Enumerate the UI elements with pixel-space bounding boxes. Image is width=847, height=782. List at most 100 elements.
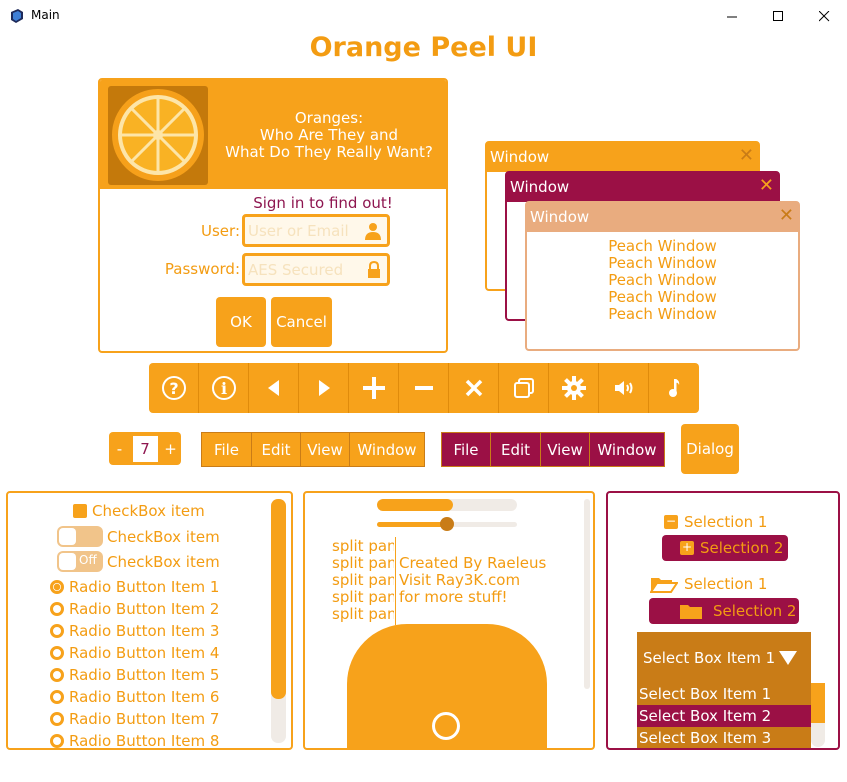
radio-item[interactable]: Radio Button Item 6	[50, 686, 219, 708]
progress-bar	[377, 499, 517, 511]
radio-item[interactable]: Radio Button Item 8	[50, 730, 220, 750]
close-window-button[interactable]	[801, 0, 847, 32]
toggle-off-item[interactable]: Off CheckBox item	[57, 551, 220, 572]
music-button[interactable]	[649, 363, 699, 413]
scrollbar-thumb[interactable]	[811, 683, 825, 723]
password-field[interactable]: AES Secured	[242, 253, 390, 286]
select-option[interactable]: Select Box Item 3	[637, 727, 811, 748]
radio-item[interactable]: Radio Button Item 5	[50, 664, 219, 686]
radio-icon	[50, 690, 64, 704]
settings-button[interactable]	[549, 363, 599, 413]
spinner-decrement-button[interactable]: -	[109, 432, 130, 465]
menu-edit[interactable]: Edit	[252, 433, 301, 466]
tree-node-label: Selection 2	[713, 602, 797, 620]
orange-slice-image	[108, 86, 208, 185]
radio-item[interactable]: Radio Button Item 3	[50, 620, 219, 642]
expand-icon[interactable]: +	[680, 541, 694, 555]
radio-selected-icon	[50, 580, 64, 594]
previous-button[interactable]	[249, 363, 299, 413]
title-bar: Main	[0, 0, 847, 32]
lock-icon	[368, 261, 380, 278]
remove-button[interactable]	[399, 363, 449, 413]
close-icon	[465, 379, 482, 397]
login-header: Oranges: Who Are They and What Do They R…	[100, 80, 446, 189]
tree-node[interactable]: − Selection 1	[664, 513, 767, 531]
minimize-button[interactable]	[709, 0, 755, 32]
ok-button[interactable]: OK	[216, 297, 266, 347]
progress-fill	[377, 499, 453, 511]
vertical-scrollbar[interactable]	[584, 499, 590, 689]
peach-line: Peach Window	[608, 271, 717, 289]
orange-window-titlebar[interactable]: Window ✕	[487, 143, 758, 172]
peach-window-titlebar[interactable]: Window ✕	[527, 203, 798, 232]
plum-window-titlebar[interactable]: Window ✕	[507, 173, 778, 202]
menu-view[interactable]: View	[301, 433, 350, 466]
radio-icon	[50, 734, 64, 748]
menu-edit[interactable]: Edit	[491, 433, 541, 466]
radio-item[interactable]: Radio Button Item 7	[50, 708, 219, 730]
select-option-highlighted[interactable]: Select Box Item 2	[637, 705, 811, 727]
tree-node-label: Selection 2	[700, 539, 784, 557]
split-pane-divider[interactable]	[395, 537, 396, 625]
tree-folder-node-selected[interactable]: Selection 2	[649, 598, 799, 624]
slider[interactable]	[377, 517, 517, 531]
restore-icon	[513, 378, 534, 398]
menu-window[interactable]: Window	[590, 433, 664, 466]
plum-window-title: Window	[510, 178, 570, 196]
maximize-button[interactable]	[755, 0, 801, 32]
menu-view[interactable]: View	[541, 433, 590, 466]
select-box[interactable]: Select Box Item 1	[637, 632, 811, 684]
touchpad[interactable]	[347, 624, 547, 748]
folder-icon	[680, 604, 702, 619]
help-button[interactable]: ?	[149, 363, 199, 413]
split-text-line: Visit Ray3K.com	[399, 571, 521, 589]
radio-label: Radio Button Item 8	[69, 732, 220, 750]
dialog-button[interactable]: Dialog	[681, 424, 739, 474]
info-button[interactable]: i	[199, 363, 249, 413]
toggle-switch-off: Off	[57, 551, 103, 572]
spinner-value: 7	[132, 435, 158, 462]
radio-item[interactable]: Radio Button Item 1	[50, 576, 219, 598]
tree-node-selected[interactable]: + Selection 2	[662, 535, 788, 561]
maximize-icon	[772, 10, 783, 21]
spinner-increment-button[interactable]: +	[160, 432, 181, 465]
close-icon[interactable]: ✕	[779, 207, 794, 225]
sound-button[interactable]	[599, 363, 649, 413]
menu-file[interactable]: File	[202, 433, 252, 466]
user-field[interactable]: User or Email	[242, 214, 390, 247]
delete-button[interactable]	[449, 363, 499, 413]
touchpad-knob[interactable]	[432, 712, 460, 740]
radio-label: Radio Button Item 5	[69, 666, 220, 684]
close-icon[interactable]: ✕	[759, 177, 774, 195]
checkbox-item[interactable]: CheckBox item	[73, 502, 205, 520]
slider-knob[interactable]	[440, 517, 454, 531]
tree-folder-node[interactable]: Selection 1	[650, 575, 767, 593]
radio-item[interactable]: Radio Button Item 4	[50, 642, 219, 664]
next-button[interactable]	[299, 363, 349, 413]
toggle-item[interactable]: CheckBox item	[57, 526, 220, 547]
orange-window-title: Window	[490, 148, 550, 166]
right-arrow-icon	[318, 380, 330, 396]
scrollbar-thumb[interactable]	[271, 499, 286, 699]
add-button[interactable]	[349, 363, 399, 413]
svg-text:i: i	[220, 379, 226, 398]
split-text-line: split pan	[332, 571, 394, 589]
vertical-scrollbar[interactable]	[271, 499, 286, 743]
collapse-icon[interactable]: −	[664, 515, 678, 529]
widgets-panel: split pan split pan split pan split pan …	[303, 491, 595, 750]
toggle-label: CheckBox item	[107, 552, 220, 571]
restore-button[interactable]	[499, 363, 549, 413]
signin-prompt: Sign in to find out!	[253, 194, 393, 212]
menu-file[interactable]: File	[442, 433, 491, 466]
cancel-button[interactable]: Cancel	[271, 297, 332, 347]
select-option[interactable]: Select Box Item 1	[637, 683, 811, 705]
menu-bar-plum: File Edit View Window	[441, 432, 665, 467]
radio-item[interactable]: Radio Button Item 2	[50, 598, 219, 620]
select-scrollbar[interactable]	[811, 683, 825, 747]
menu-window[interactable]: Window	[350, 433, 424, 466]
radio-icon	[50, 668, 64, 682]
close-icon[interactable]: ✕	[739, 147, 754, 165]
spinner-value-field[interactable]: 7	[130, 432, 160, 465]
radio-label: Radio Button Item 4	[69, 644, 220, 662]
checkbox-checked-icon	[73, 504, 87, 518]
